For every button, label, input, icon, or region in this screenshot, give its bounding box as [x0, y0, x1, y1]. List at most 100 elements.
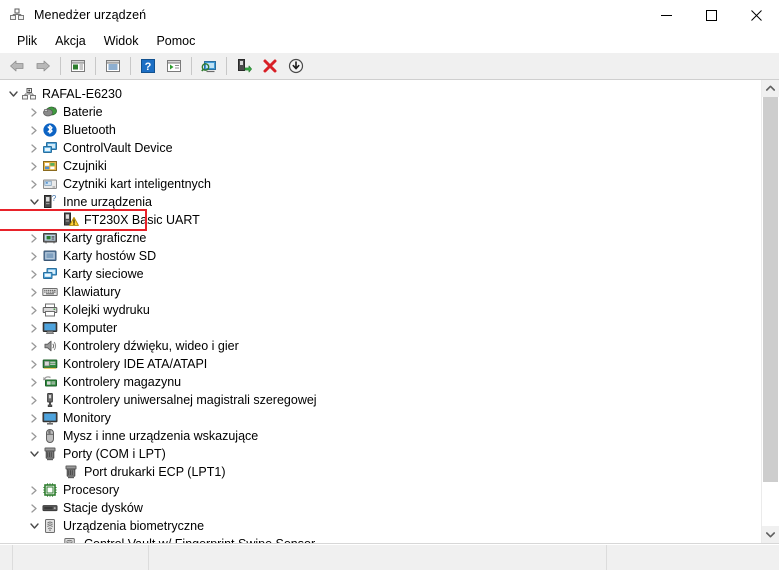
tree-row[interactable]: Karty graficzne — [0, 229, 761, 247]
printer-icon — [42, 302, 58, 318]
separator-4 — [191, 57, 192, 75]
storage-controller-icon — [42, 374, 58, 390]
chevron-right-icon[interactable] — [26, 266, 42, 282]
chevron-down-icon[interactable] — [26, 446, 42, 462]
separator-5 — [226, 57, 227, 75]
scrollbar-thumb[interactable] — [763, 97, 778, 482]
chevron-right-icon[interactable] — [26, 302, 42, 318]
scrollbar-track[interactable] — [762, 97, 779, 526]
menu-file[interactable]: Plik — [8, 32, 46, 50]
chevron-right-icon[interactable] — [26, 230, 42, 246]
chevron-right-icon[interactable] — [26, 320, 42, 336]
tree-row[interactable]: Monitory — [0, 409, 761, 427]
main-content: RAFAL-E6230 Baterie Bluetooth ControlVault … — [0, 80, 779, 544]
show-list-icon[interactable] — [101, 55, 125, 77]
tree-row[interactable]: Kontrolery IDE ATA/ATAPI — [0, 355, 761, 373]
tree-row[interactable]: Czytniki kart inteligentnych — [0, 175, 761, 193]
device-tree[interactable]: RAFAL-E6230 Baterie Bluetooth ControlVault … — [0, 80, 761, 543]
help-icon[interactable]: ? — [136, 55, 160, 77]
status-cell-1 — [0, 545, 13, 570]
tree-row[interactable]: Karty hostów SD — [0, 247, 761, 265]
title-bar: Menedżer urządzeń — [0, 0, 779, 30]
tree-row[interactable]: Kontrolery dźwięku, wideo i gier — [0, 337, 761, 355]
close-button[interactable] — [734, 0, 779, 30]
scan-hardware-changes-icon[interactable] — [197, 55, 221, 77]
separator-2 — [95, 57, 96, 75]
tree-row-label: FT230X Basic UART — [84, 213, 200, 227]
tree-row[interactable]: Baterie — [0, 103, 761, 121]
tree-row[interactable]: Stacje dysków — [0, 499, 761, 517]
chevron-right-icon[interactable] — [26, 356, 42, 372]
bluetooth-icon — [42, 122, 58, 138]
tree-row-label: Mysz i inne urządzenia wskazujące — [63, 429, 259, 443]
tree-row[interactable]: Procesory — [0, 481, 761, 499]
tree-row-label: Karty hostów SD — [63, 249, 157, 263]
menu-action[interactable]: Akcja — [46, 32, 95, 50]
chevron-up-icon[interactable] — [762, 80, 779, 97]
tree-row[interactable]: Kontrolery uniwersalnej magistrali szere… — [0, 391, 761, 409]
chevron-right-icon[interactable] — [26, 374, 42, 390]
chevron-right-icon[interactable] — [26, 500, 42, 516]
menu-view[interactable]: Widok — [95, 32, 148, 50]
tree-row[interactable]: Kolejki wydruku — [0, 301, 761, 319]
chevron-right-icon[interactable] — [26, 392, 42, 408]
chevron-down-icon[interactable] — [762, 526, 779, 543]
forward-icon[interactable] — [31, 55, 55, 77]
chevron-down-icon[interactable] — [26, 518, 42, 534]
sd-host-icon — [42, 248, 58, 264]
tree-row-label: Baterie — [63, 105, 103, 119]
chevron-right-icon[interactable] — [26, 482, 42, 498]
tree-row-label: Kontrolery magazynu — [63, 375, 182, 389]
chevron-right-icon[interactable] — [26, 104, 42, 120]
tree-row-label: Port drukarki ECP (LPT1) — [84, 465, 226, 479]
tree-row-label: Control Vault w/ Fingerprint Swipe Senso… — [84, 536, 315, 543]
network-adapter-icon — [42, 266, 58, 282]
update-driver-icon[interactable] — [162, 55, 186, 77]
tree-row[interactable]: FT230X Basic UART — [0, 209, 761, 231]
enable-device-icon[interactable] — [232, 55, 256, 77]
chevron-down-icon[interactable] — [26, 194, 42, 210]
properties-icon[interactable] — [66, 55, 90, 77]
menu-help[interactable]: Pomoc — [147, 32, 204, 50]
port-icon — [63, 464, 79, 480]
disable-device-icon[interactable] — [284, 55, 308, 77]
svg-text:?: ? — [145, 61, 152, 73]
battery-icon — [42, 104, 58, 120]
chevron-right-icon[interactable] — [26, 122, 42, 138]
back-icon[interactable] — [5, 55, 29, 77]
tree-row[interactable]: Bluetooth — [0, 121, 761, 139]
tree-row[interactable]: ControlVault Device — [0, 139, 761, 157]
sensors-icon — [42, 158, 58, 174]
chevron-right-icon[interactable] — [26, 140, 42, 156]
chevron-right-icon[interactable] — [26, 176, 42, 192]
vertical-scrollbar[interactable] — [761, 80, 779, 543]
tree-row[interactable]: Mysz i inne urządzenia wskazujące — [0, 427, 761, 445]
tree-row-label: Czytniki kart inteligentnych — [63, 177, 211, 191]
chevron-right-icon[interactable] — [26, 410, 42, 426]
chevron-right-icon[interactable] — [26, 248, 42, 264]
chevron-right-icon[interactable] — [26, 284, 42, 300]
tree-row[interactable]: Czujniki — [0, 157, 761, 175]
tree-row[interactable]: Kontrolery magazynu — [0, 373, 761, 391]
tree-row[interactable]: Urządzenia biometryczne — [0, 517, 761, 535]
tree-row-label: Kontrolery dźwięku, wideo i gier — [63, 339, 239, 353]
device-manager-window: Menedżer urządzeń Plik Akcja Widok Pomoc — [0, 0, 779, 570]
tree-row-label: Bluetooth — [63, 123, 116, 137]
maximize-button[interactable] — [689, 0, 734, 30]
tree-row[interactable]: Klawiatury — [0, 283, 761, 301]
tree-row[interactable]: Port drukarki ECP (LPT1) — [0, 463, 761, 481]
chevron-down-icon[interactable] — [5, 86, 21, 102]
tree-row[interactable]: Porty (COM i LPT) — [0, 445, 761, 463]
minimize-button[interactable] — [644, 0, 689, 30]
tree-row[interactable]: Karty sieciowe — [0, 265, 761, 283]
status-cell-2 — [13, 545, 149, 570]
tree-row[interactable]: RAFAL-E6230 — [0, 85, 761, 103]
chevron-right-icon[interactable] — [26, 158, 42, 174]
tree-row[interactable]: ? Inne urządzenia — [0, 193, 761, 211]
chevron-right-icon[interactable] — [26, 338, 42, 354]
uninstall-device-icon[interactable] — [258, 55, 282, 77]
chevron-right-icon[interactable] — [26, 428, 42, 444]
sound-icon — [42, 338, 58, 354]
tree-row[interactable]: Komputer — [0, 319, 761, 337]
tree-row[interactable]: Control Vault w/ Fingerprint Swipe Senso… — [0, 535, 761, 543]
